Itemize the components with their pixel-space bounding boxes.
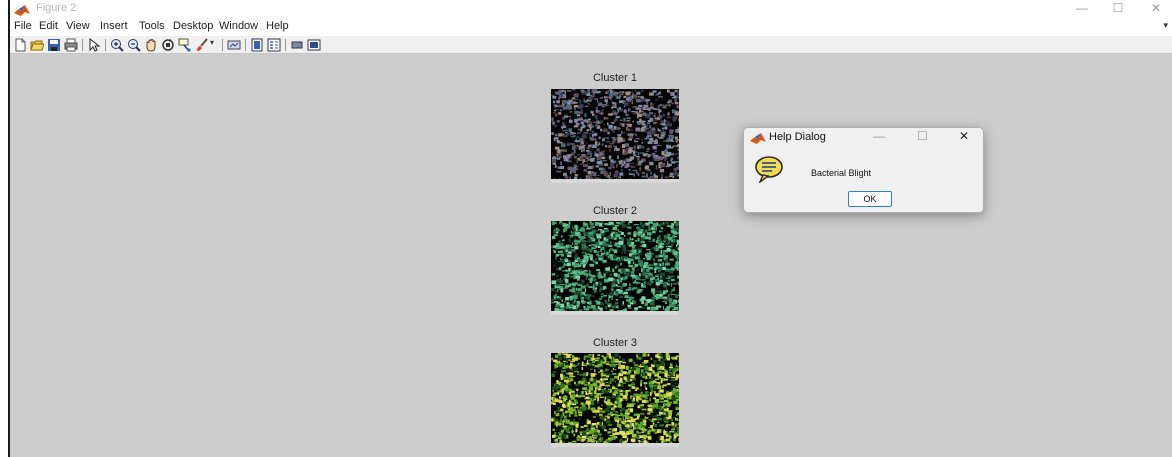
menu-tools[interactable]: Tools xyxy=(139,20,165,32)
figure-window: Figure 2 — ☐ ✕ File Edit View Insert Too… xyxy=(8,0,1172,457)
window-title: Figure 2 xyxy=(36,2,77,14)
help-dialog-titlebar[interactable]: Help Dialog — ☐ ✕ xyxy=(744,128,983,148)
minimize-button[interactable]: — xyxy=(1062,0,1102,18)
toolbar-separator xyxy=(285,39,286,51)
edit-plot-icon[interactable] xyxy=(87,37,101,52)
cluster-3-image xyxy=(551,353,679,447)
save-figure-icon[interactable] xyxy=(47,38,61,52)
toolbar-separator xyxy=(82,39,83,51)
data-cursor-icon[interactable] xyxy=(178,38,192,52)
open-file-icon[interactable] xyxy=(30,38,45,52)
pan-icon[interactable] xyxy=(144,38,158,52)
help-dialog: Help Dialog — ☐ ✕ Bacterial Blight OK xyxy=(743,127,984,213)
close-button[interactable]: ✕ xyxy=(1136,0,1172,18)
toolbar-separator xyxy=(105,39,106,51)
menubar-overflow-icon[interactable]: ▾ xyxy=(1163,20,1168,31)
dialog-maximize-button[interactable]: ☐ xyxy=(917,129,928,143)
menu-insert[interactable]: Insert xyxy=(100,20,128,32)
menu-window[interactable]: Window xyxy=(219,20,258,32)
matlab-logo-icon xyxy=(750,131,766,144)
menu-file[interactable]: File xyxy=(14,20,32,32)
zoom-out-icon[interactable] xyxy=(127,38,141,52)
insert-legend-icon[interactable] xyxy=(267,38,281,52)
menubar: File Edit View Insert Tools Desktop Wind… xyxy=(10,18,1172,36)
dialog-close-button[interactable]: ✕ xyxy=(959,129,969,143)
rotate-3d-icon[interactable] xyxy=(161,38,175,52)
cluster-1-image xyxy=(551,89,679,183)
insert-colorbar-icon[interactable] xyxy=(250,38,264,52)
help-dialog-message: Bacterial Blight xyxy=(811,168,872,178)
help-dialog-title: Help Dialog xyxy=(769,131,826,143)
matlab-logo-icon xyxy=(14,3,30,16)
hide-plot-tools-icon[interactable] xyxy=(290,38,304,52)
toolbar-separator xyxy=(245,39,246,51)
show-plot-tools-icon[interactable] xyxy=(307,38,321,52)
ok-button[interactable]: OK xyxy=(848,191,892,207)
figure-toolbar: ▾ xyxy=(10,36,1172,54)
menu-help[interactable]: Help xyxy=(266,20,289,32)
dialog-minimize-button[interactable]: — xyxy=(873,129,885,143)
menu-view[interactable]: View xyxy=(66,20,90,32)
new-figure-icon[interactable] xyxy=(13,38,27,52)
brush-dropdown-icon[interactable]: ▾ xyxy=(210,38,218,52)
print-figure-icon[interactable] xyxy=(64,38,78,52)
cluster-2-title: Cluster 2 xyxy=(592,205,638,217)
menu-edit[interactable]: Edit xyxy=(39,20,58,32)
toolbar-separator xyxy=(222,39,223,51)
menu-desktop[interactable]: Desktop xyxy=(173,20,213,32)
brush-icon[interactable] xyxy=(195,38,209,52)
cluster-3-title: Cluster 3 xyxy=(592,337,638,349)
link-plot-icon[interactable] xyxy=(227,38,241,52)
help-speech-bubble-icon xyxy=(754,155,784,185)
cluster-1-title: Cluster 1 xyxy=(592,72,638,84)
maximize-button[interactable]: ☐ xyxy=(1098,0,1138,18)
zoom-in-icon[interactable] xyxy=(110,38,124,52)
cluster-2-image xyxy=(551,221,679,315)
window-titlebar[interactable]: Figure 2 — ☐ ✕ xyxy=(10,0,1172,18)
